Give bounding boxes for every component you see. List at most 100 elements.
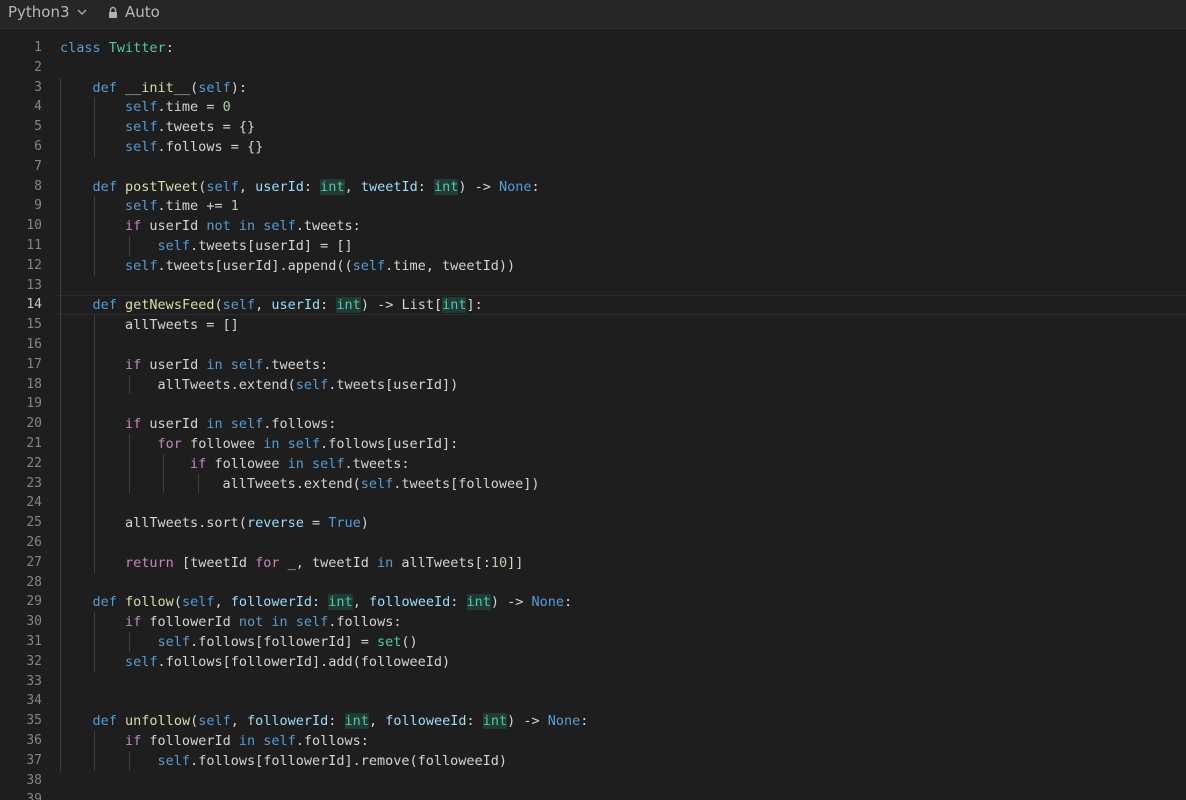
- line-number: 5: [34, 119, 42, 135]
- language-label: Python3: [8, 3, 70, 21]
- code-line[interactable]: 22 if followee in self.tweets:: [0, 454, 1186, 474]
- indent-guide: [128, 434, 130, 494]
- line-number: 37: [26, 752, 42, 768]
- code-line[interactable]: 14 def getNewsFeed(self, userId: int) ->…: [0, 295, 1186, 316]
- code-text: def __init__(self):: [92, 79, 247, 96]
- code-line[interactable]: 31 self.follows[followerId] = set(): [0, 632, 1186, 652]
- code-line[interactable]: 35 def unfollow(self, followerId: int, f…: [0, 711, 1186, 731]
- code-line[interactable]: 28: [0, 573, 1186, 593]
- code-line[interactable]: 27 return [tweetId for _, tweetId in all…: [0, 553, 1186, 573]
- code-text: def unfollow(self, followerId: int, foll…: [92, 713, 589, 730]
- code-line[interactable]: 39: [0, 790, 1186, 800]
- code-editor[interactable]: 1 class Twitter: 2 3 def __init__(self): 4 s…: [0, 29, 1186, 800]
- code-text: def follow(self, followerId: int, follow…: [92, 594, 573, 611]
- code-text: self.follows[followerId] = set(): [157, 634, 418, 650]
- editor-toolbar: Python3 Auto: [0, 0, 1186, 29]
- line-number: 24: [26, 495, 42, 511]
- line-number: 9: [34, 198, 42, 214]
- mode-label: Auto: [125, 3, 160, 21]
- line-number: 4: [34, 99, 42, 115]
- code-text: def getNewsFeed(self, userId: int) -> Li…: [92, 297, 483, 314]
- autocomplete-mode-toggle[interactable]: Auto: [107, 2, 160, 22]
- code-text: self.follows = {}: [125, 139, 264, 155]
- line-number: 38: [26, 772, 42, 788]
- code-line[interactable]: 6 self.follows = {}: [0, 137, 1186, 157]
- code-text: self.follows[followerId].add(followeeId): [125, 653, 451, 670]
- indent-guide: [128, 632, 130, 652]
- code-line[interactable]: 37 self.follows[followerId].remove(follo…: [0, 751, 1186, 771]
- line-number: 11: [26, 238, 42, 253]
- line-number: 6: [34, 139, 42, 154]
- code-line[interactable]: 7: [0, 157, 1186, 177]
- code-line[interactable]: 38: [0, 771, 1186, 791]
- code-line[interactable]: 12 self.tweets[userId].append((self.time…: [0, 256, 1186, 276]
- lock-icon: [109, 6, 117, 18]
- code-text: allTweets.extend(self.tweets[userId]): [60, 376, 459, 393]
- code-line[interactable]: 13: [0, 276, 1186, 296]
- language-select[interactable]: Python3: [8, 2, 88, 22]
- indent-guide: [94, 196, 96, 276]
- code-line[interactable]: 26: [0, 533, 1186, 553]
- code-line[interactable]: 9 self.time += 1: [0, 196, 1186, 216]
- code-text: self.tweets[userId] = []: [157, 238, 353, 254]
- code-line[interactable]: 3 def __init__(self):: [0, 78, 1186, 98]
- code-line[interactable]: 20 if userId in self.follows:: [0, 414, 1186, 434]
- line-number: 8: [34, 178, 42, 194]
- code-line[interactable]: 32 self.follows[followerId].add(followee…: [0, 652, 1186, 672]
- line-number: 18: [26, 376, 42, 392]
- code-line[interactable]: 34: [0, 691, 1186, 711]
- code-line[interactable]: 5 self.tweets = {}: [0, 117, 1186, 137]
- line-number: 26: [26, 535, 42, 550]
- line-number: 25: [26, 515, 42, 531]
- code-line[interactable]: 1 class Twitter:: [0, 38, 1186, 58]
- code-line[interactable]: 30 if followerId not in self.follows:: [0, 612, 1186, 632]
- code-line[interactable]: 8 def postTweet(self, userId: int, tweet…: [0, 177, 1186, 197]
- code-line[interactable]: 15 allTweets = []: [0, 315, 1186, 335]
- code-line[interactable]: 33: [0, 672, 1186, 692]
- line-number: 32: [26, 653, 42, 669]
- line-number: 39: [26, 792, 42, 800]
- line-number: 35: [26, 713, 42, 729]
- chevron-down-icon: [77, 9, 87, 15]
- code-text: if followee in self.tweets:: [190, 455, 410, 472]
- code-text: self.tweets[userId].append((self.time, t…: [125, 257, 516, 274]
- line-number: 1: [34, 40, 42, 55]
- line-number: 3: [34, 79, 42, 95]
- indent-guide: [94, 315, 96, 573]
- indent-guide: [197, 473, 199, 494]
- code-text: if userId not in self.tweets:: [125, 218, 361, 235]
- code-text: allTweets.extend(self.tweets[followee]): [60, 475, 540, 492]
- code-text: allTweets.sort(reverse = True): [60, 515, 369, 532]
- indent-guide: [163, 453, 165, 494]
- indent-guide: [128, 750, 130, 771]
- code-text: self.follows[followerId].remove(followee…: [157, 752, 508, 769]
- line-number: 28: [26, 574, 42, 590]
- line-number: 13: [26, 277, 42, 293]
- code-line[interactable]: 24: [0, 493, 1186, 513]
- code-line[interactable]: 18 allTweets.extend(self.tweets[userId]): [0, 375, 1186, 395]
- code-line[interactable]: 4 self.time = 0: [0, 97, 1186, 117]
- code-line[interactable]: 25 allTweets.sort(reverse = True): [0, 513, 1186, 533]
- code-line[interactable]: 23 allTweets.extend(self.tweets[followee…: [0, 474, 1186, 494]
- line-number: 22: [26, 455, 42, 471]
- code-line[interactable]: 19: [0, 394, 1186, 414]
- code-line[interactable]: 29 def follow(self, followerId: int, fol…: [0, 592, 1186, 612]
- indent-guide: [128, 374, 130, 395]
- code-text: if userId in self.follows:: [125, 416, 337, 433]
- line-number: 30: [26, 614, 42, 630]
- code-line[interactable]: 36 if followerId in self.follows:: [0, 731, 1186, 751]
- code-text: self.tweets = {}: [125, 119, 256, 136]
- code-line[interactable]: 2: [0, 58, 1186, 78]
- line-number: 23: [26, 475, 42, 491]
- line-number: 17: [26, 356, 42, 372]
- indent-guide: [94, 731, 96, 771]
- line-number: 7: [34, 158, 42, 174]
- code-text: class Twitter:: [60, 40, 174, 56]
- code-line[interactable]: 11 self.tweets[userId] = []: [0, 236, 1186, 256]
- code-line[interactable]: 10 if userId not in self.tweets:: [0, 216, 1186, 236]
- code-line[interactable]: 16: [0, 335, 1186, 355]
- code-line[interactable]: 17 if userId in self.tweets:: [0, 355, 1186, 375]
- line-number: 29: [26, 594, 42, 610]
- line-number: 19: [26, 396, 42, 412]
- code-line[interactable]: 21 for followee in self.follows[userId]:: [0, 434, 1186, 454]
